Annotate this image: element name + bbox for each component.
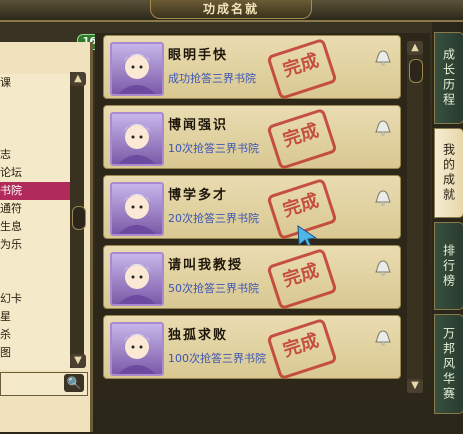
bell-icon[interactable] [374,260,392,276]
search-icon[interactable]: 🔍 [64,374,84,392]
left-list: 课 志 论坛 书院 通符 生息 为乐 幻卡 星 杀 图 [0,74,72,370]
tab-my-achievements[interactable]: 我的成就 [434,128,463,218]
list-item[interactable] [0,272,72,290]
avatar [110,252,164,306]
achievement-row: 博学多才 20次抢答三界书院 完成 [103,175,401,250]
list-item[interactable] [0,128,72,146]
avatar [110,112,164,166]
list-item-selected[interactable]: 书院 [0,182,72,200]
scroll-thumb[interactable] [409,59,423,83]
left-scrollbar[interactable]: ▲ ▼ [70,72,86,368]
achievement-title: 独孤求败 [168,328,229,343]
list-item[interactable] [0,92,72,110]
title-bar: 功成名就 [0,0,463,22]
achievement-desc: 50次抢答三界书院 [168,282,259,295]
achievement-row: 博闻强识 10次抢答三界书院 完成 [103,105,401,171]
list-item[interactable]: 志 [0,146,72,164]
achievement-desc: 100次抢答三界书院 [168,352,266,365]
list-item[interactable]: 通符 [0,200,72,218]
achievement-row: 独孤求败 100次抢答三界书院 完成 [103,315,401,381]
complete-stamp: 完成 [266,37,338,101]
main-scrollbar[interactable]: ▲ ▼ [407,41,423,393]
achievement-title: 博学多才 [168,188,229,203]
avatar [110,182,164,236]
achievement-window: 功成名就 朱做 新增 161 课 志 论坛 书院 通符 生息 为乐 幻卡 星 杀… [0,0,463,434]
tab-growth[interactable]: 成长历程 [434,32,463,124]
bell-icon[interactable] [374,190,392,206]
scroll-thumb[interactable] [72,206,86,230]
achievement-desc: 成功抢答三界书院 [168,72,256,85]
bell-icon[interactable] [374,330,392,346]
scroll-up-icon[interactable]: ▲ [407,41,423,55]
tab-contest[interactable]: 万邦风华赛 [434,314,463,414]
bell-icon[interactable] [374,120,392,136]
list-item[interactable]: 生息 [0,218,72,236]
list-item[interactable]: 课 [0,74,72,92]
achievement-row: 请叫我教授 50次抢答三界书院 完成 [103,245,401,311]
achievement-list: 眼明手快 成功抢答三界书院 完成 博闻强识 10次抢答三界书院 完成 博学多才 … [95,33,430,399]
bell-icon[interactable] [374,50,392,66]
list-item[interactable]: 幻卡 [0,290,72,308]
list-item[interactable] [0,110,72,128]
complete-stamp: 完成 [266,317,338,381]
list-item[interactable]: 图 [0,344,72,362]
list-item[interactable]: 论坛 [0,164,72,182]
scroll-up-icon[interactable]: ▲ [70,72,86,86]
list-item[interactable] [0,254,72,272]
window-title: 功成名就 [150,0,312,19]
list-item[interactable]: 星 [0,308,72,326]
avatar [110,42,164,96]
side-tab-bar: 成长历程 我的成就 排行榜 万邦风华赛 [432,22,463,434]
complete-stamp: 完成 [266,247,338,311]
avatar [110,322,164,376]
list-item[interactable]: 为乐 [0,236,72,254]
scroll-down-icon[interactable]: ▼ [70,354,86,368]
tab-ranking[interactable]: 排行榜 [434,222,463,310]
achievement-title: 博闻强识 [168,118,229,133]
achievement-desc: 10次抢答三界书院 [168,142,259,155]
achievement-desc: 20次抢答三界书院 [168,212,259,225]
achievement-row: 眼明手快 成功抢答三界书院 完成 [103,35,401,101]
scroll-down-icon[interactable]: ▼ [407,379,423,393]
achievement-title: 眼明手快 [168,48,229,63]
achievement-title: 请叫我教授 [168,258,244,273]
list-item[interactable]: 杀 [0,326,72,344]
complete-stamp: 完成 [266,107,338,171]
